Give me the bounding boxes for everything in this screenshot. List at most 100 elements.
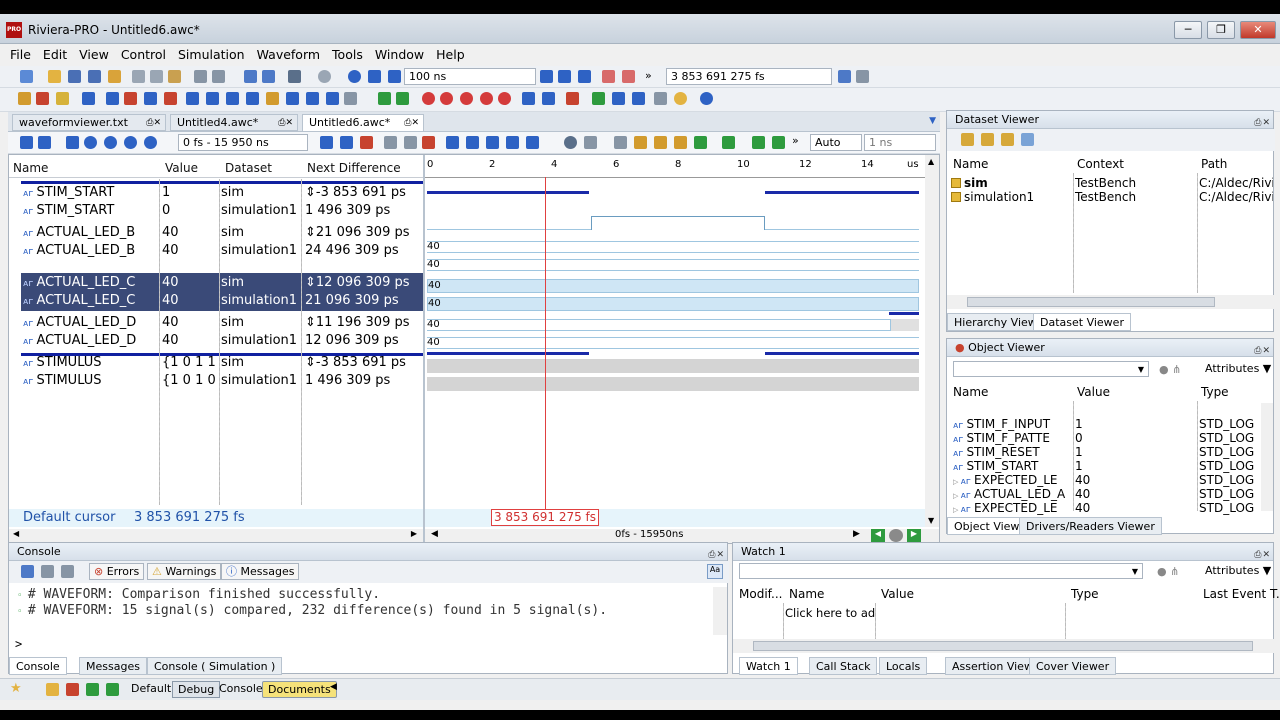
col-name-header[interactable]: Name xyxy=(13,161,48,175)
tab-locals[interactable]: Locals xyxy=(879,657,928,675)
layout-documents[interactable]: Documents xyxy=(262,681,337,698)
pencil-icon[interactable] xyxy=(674,136,687,149)
signal-next-diff[interactable]: 12 096 309 ps xyxy=(305,333,399,348)
signal-next-diff[interactable]: 1 496 309 ps xyxy=(305,203,390,218)
dataset-row[interactable]: simulation1 xyxy=(951,190,1034,204)
col-path-header[interactable]: Path xyxy=(1201,157,1227,171)
delete-marker-icon[interactable] xyxy=(360,136,373,149)
signal-row[interactable]: ᴀᴦ ACTUAL_LED_D xyxy=(23,315,136,330)
copy-icon[interactable] xyxy=(150,70,163,83)
probe-icon[interactable] xyxy=(124,92,137,105)
dataset-row[interactable]: sim xyxy=(951,176,988,190)
watch-filter-select[interactable]: ▼ xyxy=(739,563,1143,579)
open-folder-icon[interactable] xyxy=(48,70,61,83)
console-clear-icon[interactable] xyxy=(61,565,74,578)
col-value-header[interactable]: Value xyxy=(1077,385,1110,399)
save-all-icon[interactable] xyxy=(88,70,101,83)
warnings-filter[interactable]: ⚠ Warnings xyxy=(147,563,222,580)
design-icon[interactable] xyxy=(18,92,31,105)
scroll-right-icon[interactable]: ▶ xyxy=(411,529,417,538)
tab-menu-icon[interactable]: ▼ xyxy=(929,116,936,126)
signal-next-diff[interactable]: 1 496 309 ps xyxy=(305,373,390,388)
cut-icon[interactable] xyxy=(132,70,145,83)
col-next-diff-header[interactable]: Next Difference xyxy=(307,161,401,175)
search-icon[interactable] xyxy=(564,136,577,149)
tab-messages[interactable]: Messages xyxy=(79,657,147,675)
signal-next-diff[interactable]: 21 096 309 ps xyxy=(305,293,399,308)
tab-close-icon[interactable]: ⎙✕ xyxy=(278,115,293,131)
cursor-time-label[interactable]: 3 853 691 275 fs xyxy=(491,509,599,526)
globe-icon[interactable] xyxy=(700,92,713,105)
signal-next-diff[interactable]: 24 496 309 ps xyxy=(305,243,399,258)
object-settings-icon[interactable]: ● ⋔ xyxy=(1159,363,1181,376)
go-forward-icon[interactable] xyxy=(396,92,409,105)
time-range-select[interactable]: 0 fs - 15 950 ns xyxy=(178,134,308,151)
wave-icon[interactable] xyxy=(106,92,119,105)
close-button[interactable]: ✕ xyxy=(1240,21,1276,39)
dataset-scrollbar[interactable] xyxy=(947,295,1275,309)
compare-icon[interactable] xyxy=(614,136,627,149)
menu-control[interactable]: Control xyxy=(115,44,172,66)
diff-nav-icon[interactable] xyxy=(722,136,735,149)
more-chevron-icon[interactable]: » xyxy=(645,69,652,82)
console-input[interactable] xyxy=(27,635,707,653)
diff-icon[interactable] xyxy=(634,136,647,149)
object-row[interactable]: ᴀᴦ STIM_START xyxy=(953,459,1071,473)
wave-nav-prev-icon[interactable]: ◀ xyxy=(871,529,885,542)
red-marker-4-icon[interactable] xyxy=(480,92,493,105)
errors-filter[interactable]: ⊗ Errors xyxy=(89,563,145,580)
refresh-icon[interactable] xyxy=(592,92,605,105)
scroll-left-icon[interactable]: ◀ xyxy=(13,529,19,538)
signal-row[interactable]: ᴀᴦ ACTUAL_LED_D xyxy=(23,333,136,348)
scroll-right-icon[interactable]: ▶ xyxy=(853,529,860,539)
tab-close-icon[interactable]: ⎙✕ xyxy=(146,115,161,131)
col-name-header[interactable]: Name xyxy=(789,587,824,601)
panel-buttons-icon[interactable]: ⎙✕ xyxy=(1254,342,1271,360)
red-marker-1-icon[interactable] xyxy=(422,92,435,105)
signal-row[interactable]: ᴀᴦ ACTUAL_LED_B xyxy=(23,225,135,240)
scroll-up-icon[interactable]: ▲ xyxy=(928,157,934,166)
layout-scroll-left-icon[interactable]: ◀ xyxy=(330,682,337,692)
fsm-icon[interactable] xyxy=(286,92,299,105)
trace-icon[interactable] xyxy=(186,92,199,105)
options-icon[interactable] xyxy=(856,70,869,83)
tab-untitled6[interactable]: Untitled6.awc* ⎙✕ xyxy=(302,114,424,131)
signal-next-diff[interactable]: ⇕-3 853 691 ps xyxy=(305,185,406,200)
signal-row[interactable]: ᴀᴦ STIMULUS xyxy=(23,373,102,388)
match-case-icon[interactable]: Aa xyxy=(707,564,723,579)
block-icon[interactable] xyxy=(82,92,95,105)
zoom-mode-select[interactable]: Auto xyxy=(810,134,862,151)
group-icon[interactable] xyxy=(38,136,51,149)
open-dataset-icon[interactable] xyxy=(981,133,994,146)
col-last-event-header[interactable]: Last Event T... xyxy=(1203,587,1280,601)
tab-dataset-viewer[interactable]: Dataset Viewer xyxy=(1033,313,1131,331)
console-scrollbar[interactable] xyxy=(713,587,727,635)
menu-window[interactable]: Window xyxy=(369,44,430,66)
cursor-icon[interactable] xyxy=(66,136,79,149)
attributes-dropdown[interactable]: Attributes ▼ xyxy=(1205,564,1271,577)
scroll-left-icon[interactable]: ◀ xyxy=(431,529,438,539)
menu-help[interactable]: Help xyxy=(430,44,471,66)
print-icon[interactable] xyxy=(108,70,121,83)
scroll-down-icon[interactable]: ▼ xyxy=(928,516,934,525)
signal-next-diff[interactable]: ⇕11 196 309 ps xyxy=(305,315,410,330)
prev-diff-icon[interactable] xyxy=(752,136,765,149)
console-copy-icon[interactable] xyxy=(41,565,54,578)
col-name-header[interactable]: Name xyxy=(953,385,988,399)
col-name-header[interactable]: Name xyxy=(953,157,988,171)
edge-prev-icon[interactable] xyxy=(466,136,479,149)
run-for-icon[interactable] xyxy=(388,70,401,83)
attributes-dropdown[interactable]: Attributes ▼ xyxy=(1205,362,1271,375)
script-icon[interactable] xyxy=(542,92,555,105)
tab-waveformviewer[interactable]: waveformviewer.txt ⎙✕ xyxy=(12,114,166,131)
expand-icon[interactable]: ▷ xyxy=(953,478,961,486)
object-row[interactable]: ᴀᴦ STIM_F_INPUT xyxy=(953,417,1071,431)
step-icon[interactable] xyxy=(540,70,553,83)
clear-breakpoints-icon[interactable] xyxy=(622,70,635,83)
wave-horizontal-scrollbar[interactable]: ◀ 0fs - 15950ns ▶ ◀ ▶ xyxy=(425,529,939,543)
col-type-header[interactable]: Type xyxy=(1201,385,1229,399)
red-marker-5-icon[interactable] xyxy=(498,92,511,105)
stop-icon[interactable] xyxy=(318,70,331,83)
wave-nav-stop-icon[interactable] xyxy=(889,529,903,542)
schematic-icon[interactable] xyxy=(306,92,319,105)
